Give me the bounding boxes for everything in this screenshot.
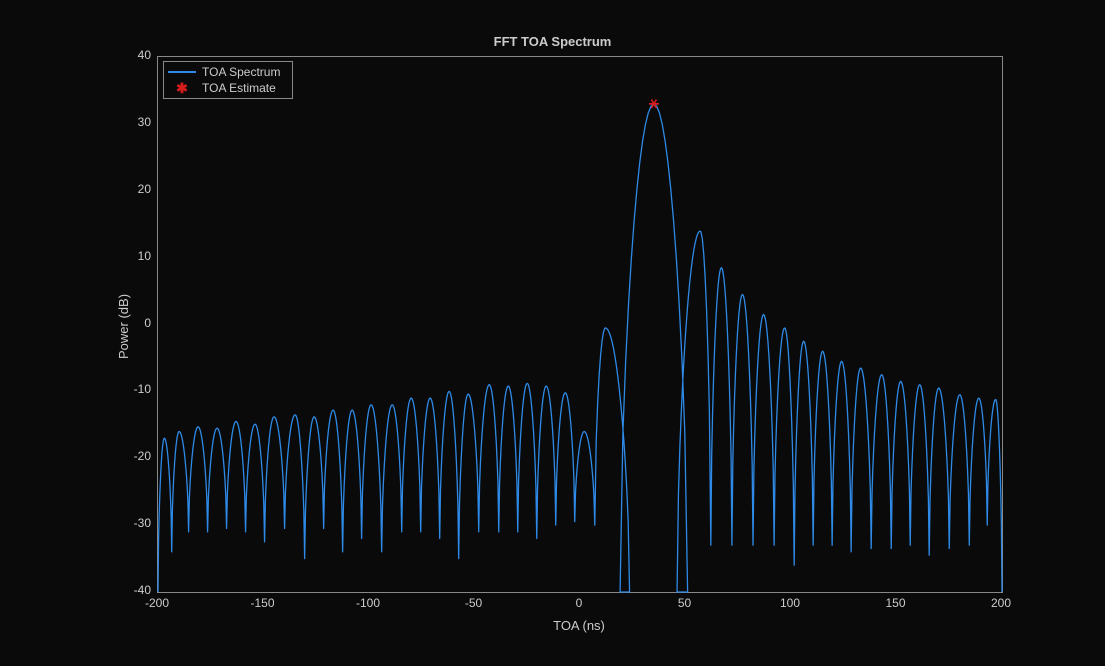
legend-item-estimate: ✱ TOA Estimate: [168, 80, 288, 96]
x-axis-label: TOA (ns): [157, 618, 1001, 633]
y-tick-label: 40: [138, 48, 151, 62]
legend-line-icon: [168, 65, 196, 79]
legend-star-icon: ✱: [168, 81, 196, 95]
plot-canvas: [158, 57, 1002, 592]
x-tick-label: -100: [354, 596, 382, 610]
y-tick-label: 20: [138, 182, 151, 196]
x-tick-label: 150: [882, 596, 910, 610]
y-tick-label: -10: [134, 382, 151, 396]
y-axis-label: Power (dB): [116, 293, 131, 358]
y-tick-label: -40: [134, 583, 151, 597]
y-tick-label: -30: [134, 516, 151, 530]
x-tick-label: 100: [776, 596, 804, 610]
figure-window: FFT TOA Spectrum Power (dB) TOA (ns) -20…: [0, 0, 1105, 666]
y-tick-label: 0: [144, 316, 151, 330]
legend-label-estimate: TOA Estimate: [202, 81, 276, 95]
toa-spectrum-series: [158, 104, 1002, 592]
y-tick-label: 30: [138, 115, 151, 129]
legend[interactable]: TOA Spectrum ✱ TOA Estimate: [163, 61, 293, 99]
y-tick-label: 10: [138, 249, 151, 263]
x-tick-label: -150: [249, 596, 277, 610]
legend-item-spectrum: TOA Spectrum: [168, 64, 288, 80]
plot-axes[interactable]: [157, 56, 1003, 593]
x-tick-label: -50: [460, 596, 488, 610]
chart-title: FFT TOA Spectrum: [0, 34, 1105, 49]
x-tick-label: -200: [143, 596, 171, 610]
x-tick-label: 200: [987, 596, 1015, 610]
y-tick-label: -20: [134, 449, 151, 463]
x-tick-label: 0: [565, 596, 593, 610]
legend-label-spectrum: TOA Spectrum: [202, 65, 280, 79]
x-tick-label: 50: [671, 596, 699, 610]
